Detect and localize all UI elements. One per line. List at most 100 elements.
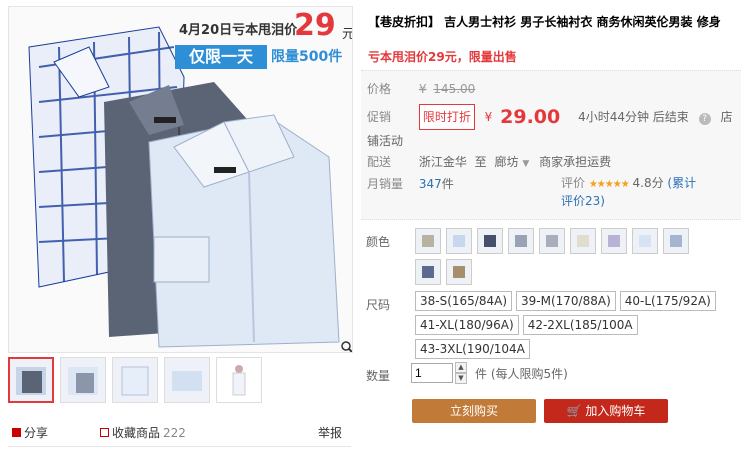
promo-label: 促销 [367, 110, 392, 124]
size-options: 38-S(165/84A) 39-M(170/88A) 40-L(175/92A… [415, 291, 735, 359]
main-product-image[interactable]: 4月20日亏本甩泪价 29 元 仅限一天 限量500件 [8, 6, 353, 353]
promo-row: 促销 限时打折 ¥ 29.00 4小时44分钟 后结束 ? 店铺活动 [367, 104, 737, 152]
color-swatch[interactable] [446, 228, 472, 254]
swatch-image [422, 235, 434, 247]
share-icon [12, 428, 21, 437]
banner-price: 29 [294, 8, 336, 43]
swatch-image [484, 235, 496, 247]
color-swatch[interactable] [632, 228, 658, 254]
ship-to: 廊坊 [494, 155, 519, 169]
color-swatch[interactable] [415, 228, 441, 254]
ship-to-select[interactable]: 廊坊 ▼ [495, 155, 530, 169]
color-swatch[interactable] [477, 228, 503, 254]
size-option[interactable]: 43-3XL(190/104A [415, 339, 530, 359]
thumbnail[interactable] [8, 357, 54, 403]
add-to-cart-button[interactable]: 🛒 加入购物车 [544, 399, 668, 423]
size-label: 尺码 [366, 298, 391, 312]
favorite-label: 收藏商品 [112, 426, 161, 440]
share-favorite-bar: 分享 收藏商品 222 举报 [12, 424, 342, 441]
quantity-input[interactable] [411, 363, 453, 383]
zoom-icon[interactable] [340, 340, 353, 353]
rating-label: 评价 [561, 176, 586, 190]
size-option[interactable]: 42-2XL(185/100A [522, 315, 638, 335]
help-icon[interactable]: ? [698, 113, 711, 125]
color-swatch[interactable] [539, 228, 565, 254]
promo-symbol: ¥ [484, 110, 493, 124]
ship-from: 浙江金华 [418, 155, 467, 169]
thumbnail-image [121, 366, 149, 396]
divider [8, 446, 351, 447]
thumbnail[interactable] [112, 357, 158, 403]
color-swatch[interactable] [415, 259, 441, 285]
sales-count: 347 [418, 177, 442, 191]
sales-row: 月销量 347件 评价 ★★★★★ 4.8分 (累计评价23) [367, 175, 737, 208]
size-option[interactable]: 40-L(175/92A) [619, 291, 716, 311]
share-link[interactable]: 分享 [12, 424, 48, 441]
report-link[interactable]: 举报 [318, 424, 342, 441]
swatch-image [577, 235, 589, 247]
promo-tag: 限时打折 [418, 104, 475, 130]
banner-limited-qty: 限量500件 [271, 49, 343, 65]
swatch-image [608, 235, 620, 247]
color-swatches [415, 228, 715, 285]
share-label: 分享 [24, 426, 49, 440]
swatch-image [546, 235, 558, 247]
rating-stars: ★★★★★ [588, 179, 630, 190]
color-swatch[interactable] [601, 228, 627, 254]
product-subtitle: 亏本甩泪价29元，限量出售 [368, 50, 517, 64]
quantity-stepper: ▲ ▼ [455, 362, 467, 384]
banner-limited-day: 仅限一天 [175, 45, 267, 69]
favorite-count: 222 [163, 425, 186, 440]
color-swatch[interactable] [446, 259, 472, 285]
quantity-note: 件 (每人限购5件) [475, 366, 568, 381]
swatch-image [515, 235, 527, 247]
swatch-image [670, 235, 682, 247]
thumbnail[interactable] [60, 357, 106, 403]
favorite-link[interactable]: 收藏商品 222 [100, 424, 186, 441]
rating-block: 评价 ★★★★★ 4.8分 (累计评价23) [561, 175, 701, 209]
swatch-image [453, 235, 465, 247]
thumbnail-image [232, 365, 246, 396]
thumbnail-image [16, 367, 46, 395]
color-swatch[interactable] [663, 228, 689, 254]
thumbnail-image [172, 371, 202, 391]
color-swatch[interactable] [508, 228, 534, 254]
promo-price: 29.00 [500, 106, 561, 128]
size-option[interactable]: 39-M(170/88A) [516, 291, 616, 311]
quantity-control: ▲ ▼ 件 (每人限购5件) [411, 362, 568, 384]
original-price: 145.00 [433, 82, 476, 96]
swatch-image [422, 266, 434, 278]
thumbnail[interactable] [216, 357, 262, 403]
thumbnail-strip [8, 357, 262, 403]
swatch-image [453, 266, 465, 278]
quantity-label: 数量 [366, 369, 391, 383]
price-info-box: 价格 ¥ 145.00 促销 限时打折 ¥ 29.00 4小时44分钟 后结束 … [361, 70, 741, 220]
price-label: 价格 [367, 82, 392, 96]
light-blue-shirt [148, 114, 340, 348]
color-swatch[interactable] [570, 228, 596, 254]
buy-now-button[interactable]: 立刻购买 [412, 399, 536, 423]
price-row: 价格 ¥ 145.00 [367, 80, 475, 97]
favorite-icon [100, 428, 110, 437]
chevron-down-icon: ▼ [522, 159, 530, 169]
swatch-image [639, 235, 651, 247]
thumbnail[interactable] [164, 357, 210, 403]
sales-unit: 件 [441, 177, 454, 191]
thumbnail-image [68, 367, 98, 395]
size-option[interactable]: 38-S(165/84A) [415, 291, 513, 311]
promo-countdown: 4小时44分钟 后结束 [578, 110, 689, 124]
increase-icon[interactable]: ▲ [455, 362, 467, 373]
banner-yuan: 元 [342, 23, 352, 42]
shipping-fee: 商家承担运费 [539, 155, 612, 169]
rating-score: 4.8分 [632, 176, 664, 190]
banner-date-text: 4月20日亏本甩泪价 [179, 23, 298, 38]
shipping-row: 配送 浙江金华 至 廊坊 ▼ 商家承担运费 [367, 153, 611, 170]
cart-icon: 🛒 [566, 404, 582, 418]
sales-label: 月销量 [367, 177, 404, 191]
decrease-icon[interactable]: ▼ [455, 373, 467, 384]
product-title: 【巷皮折扣】 吉人男士衬衫 男子长袖衬衣 商务休闲英伦男装 修身 [368, 15, 721, 29]
ship-to-word: 至 [474, 155, 487, 169]
size-option[interactable]: 41-XL(180/96A) [415, 315, 519, 335]
color-label: 颜色 [366, 235, 391, 249]
product-page: 4月20日亏本甩泪价 29 元 仅限一天 限量500件 分享 [0, 0, 747, 452]
